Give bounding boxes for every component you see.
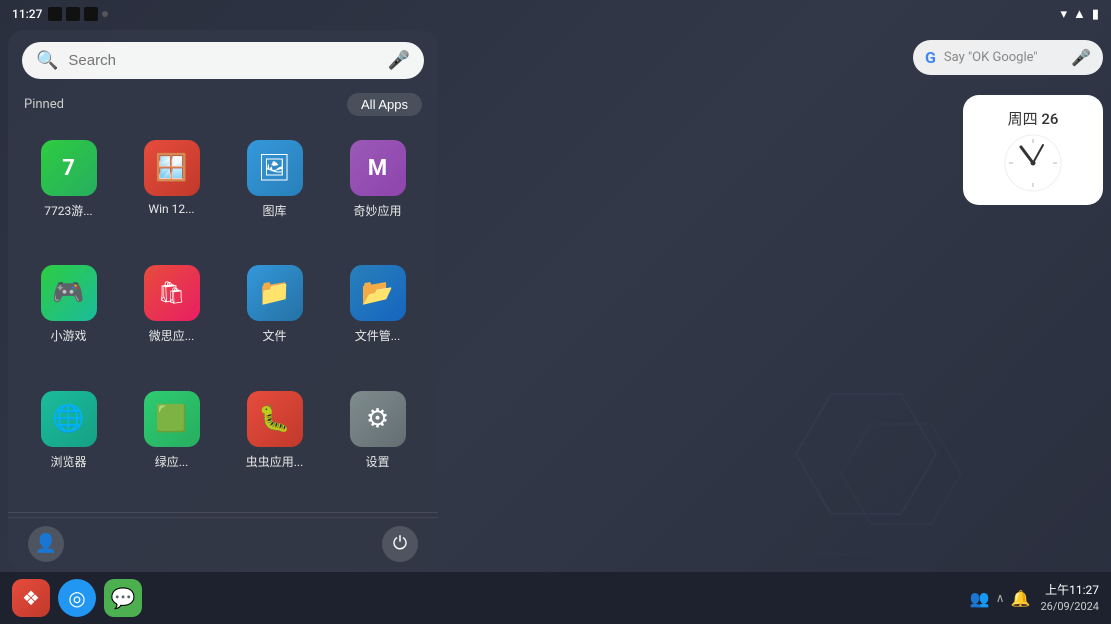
- app-item-7723[interactable]: 7 7723游...: [18, 130, 119, 249]
- taskbar-left: ❖ ◎ 💬: [12, 579, 142, 617]
- app-label-browser: 浏览器: [50, 453, 86, 470]
- app-label-magic: 奇妙应用: [353, 202, 401, 219]
- app-drawer: 🔍 🎤 Pinned All Apps 7 7723游... 🪟 Win 12.…: [8, 30, 438, 569]
- google-placeholder: Say "OK Google": [944, 50, 1063, 65]
- clock-analog: [1003, 133, 1063, 193]
- app-item-greenstore[interactable]: 🟩 绿应...: [121, 381, 222, 500]
- section-header: Pinned All Apps: [8, 87, 438, 122]
- app-label-weisi: 微思应...: [149, 327, 195, 344]
- all-apps-button[interactable]: All Apps: [347, 93, 422, 116]
- app-label-gallery: 图库: [262, 202, 286, 219]
- app-icon-win12: 🪟: [144, 140, 200, 196]
- search-icon: 🔍: [36, 50, 58, 71]
- app-item-settings[interactable]: ⚙ 设置: [327, 381, 428, 500]
- drawer-divider: [8, 512, 438, 513]
- taskbar-app-1[interactable]: ❖: [12, 579, 50, 617]
- google-logo: G: [925, 48, 936, 67]
- app-item-win12[interactable]: 🪟 Win 12...: [121, 130, 222, 249]
- taskbar-date: 26/09/2024: [1040, 599, 1099, 614]
- tray-chevron-icon[interactable]: ∧: [996, 591, 1005, 605]
- status-right: ▾ ▲ ▮: [1060, 6, 1099, 22]
- app-item-weisi[interactable]: 🛍 微思应...: [121, 255, 222, 374]
- status-time: 11:27: [12, 7, 42, 21]
- apps-grid: 7 7723游... 🪟 Win 12... 🖼 图库 M 奇妙应用 🎮: [8, 122, 438, 508]
- app-item-antivirus[interactable]: 🐛 虫虫应用...: [224, 381, 325, 500]
- taskbar-app-3[interactable]: 💬: [104, 579, 142, 617]
- taskbar-time: 上午11:27: [1040, 582, 1099, 599]
- status-icon-2: [66, 7, 80, 21]
- taskbar: ❖ ◎ 💬 👥 ∧ 🔔 上午11:27 26/09/2024: [0, 572, 1111, 624]
- wifi-icon: ▾: [1060, 7, 1067, 22]
- app-icon-minigame: 🎮: [41, 265, 97, 321]
- google-mic-icon[interactable]: 🎤: [1071, 48, 1091, 67]
- status-icon-3: [84, 7, 98, 21]
- drawer-bottom: 👤 ⏻: [8, 517, 438, 569]
- app-label-file: 文件: [262, 327, 286, 344]
- status-left: 11:27: [12, 7, 108, 21]
- taskbar-app-2[interactable]: ◎: [58, 579, 96, 617]
- notification-tray-icon[interactable]: 🔔: [1011, 589, 1031, 608]
- app-icon-greenstore: 🟩: [144, 391, 200, 447]
- google-search-bar[interactable]: G Say "OK Google" 🎤: [913, 40, 1103, 75]
- taskbar-app-3-icon: 💬: [111, 586, 136, 610]
- app-icon-settings: ⚙: [350, 391, 406, 447]
- app-label-7723: 7723游...: [44, 202, 92, 219]
- search-input[interactable]: [68, 52, 377, 69]
- app-item-filemanager[interactable]: 📂 文件管...: [327, 255, 428, 374]
- status-icons: [48, 7, 108, 21]
- people-tray-icon[interactable]: 👥: [970, 589, 990, 608]
- app-item-magic[interactable]: M 奇妙应用: [327, 130, 428, 249]
- signal-icon: ▲: [1073, 6, 1086, 22]
- app-icon-browser: 🌐: [41, 391, 97, 447]
- app-icon-weisi: 🛍: [144, 265, 200, 321]
- app-label-greenstore: 绿应...: [155, 453, 189, 470]
- app-item-minigame[interactable]: 🎮 小游戏: [18, 255, 119, 374]
- app-label-win12: Win 12...: [148, 202, 194, 216]
- search-bar-container: 🔍 🎤: [22, 42, 424, 79]
- mic-icon[interactable]: 🎤: [388, 50, 410, 71]
- app-icon-file: 📁: [247, 265, 303, 321]
- app-icon-7723: 7: [41, 140, 97, 196]
- status-dot: [102, 11, 108, 17]
- power-icon: ⏻: [393, 533, 407, 554]
- power-button[interactable]: ⏻: [382, 526, 418, 562]
- app-icon-antivirus: 🐛: [247, 391, 303, 447]
- user-icon: 👤: [35, 533, 57, 554]
- clock-date: 周四 26: [1008, 108, 1059, 129]
- google-widget: G Say "OK Google" 🎤: [913, 40, 1103, 75]
- app-item-gallery[interactable]: 🖼 图库: [224, 130, 325, 249]
- clock-widget: 周四 26: [963, 95, 1103, 205]
- app-label-filemanager: 文件管...: [355, 327, 401, 344]
- app-icon-gallery: 🖼: [247, 140, 303, 196]
- app-label-settings: 设置: [365, 453, 389, 470]
- app-icon-filemanager: 📂: [350, 265, 406, 321]
- taskbar-app-2-icon: ◎: [68, 586, 85, 610]
- taskbar-time-block: 上午11:27 26/09/2024: [1040, 582, 1099, 614]
- tray-icons: 👥 ∧ 🔔: [970, 589, 1031, 608]
- battery-icon: ▮: [1092, 7, 1099, 22]
- taskbar-app-1-icon: ❖: [22, 586, 40, 610]
- app-item-file[interactable]: 📁 文件: [224, 255, 325, 374]
- hex-decoration: [751, 384, 1051, 584]
- app-item-browser[interactable]: 🌐 浏览器: [18, 381, 119, 500]
- pinned-label: Pinned: [24, 97, 64, 112]
- user-icon-button[interactable]: 👤: [28, 526, 64, 562]
- app-label-minigame: 小游戏: [50, 327, 86, 344]
- app-label-antivirus: 虫虫应用...: [246, 453, 304, 470]
- status-icon-1: [48, 7, 62, 21]
- app-icon-magic: M: [350, 140, 406, 196]
- taskbar-right: 👥 ∧ 🔔 上午11:27 26/09/2024: [970, 582, 1099, 614]
- status-bar: 11:27 ▾ ▲ ▮: [0, 0, 1111, 28]
